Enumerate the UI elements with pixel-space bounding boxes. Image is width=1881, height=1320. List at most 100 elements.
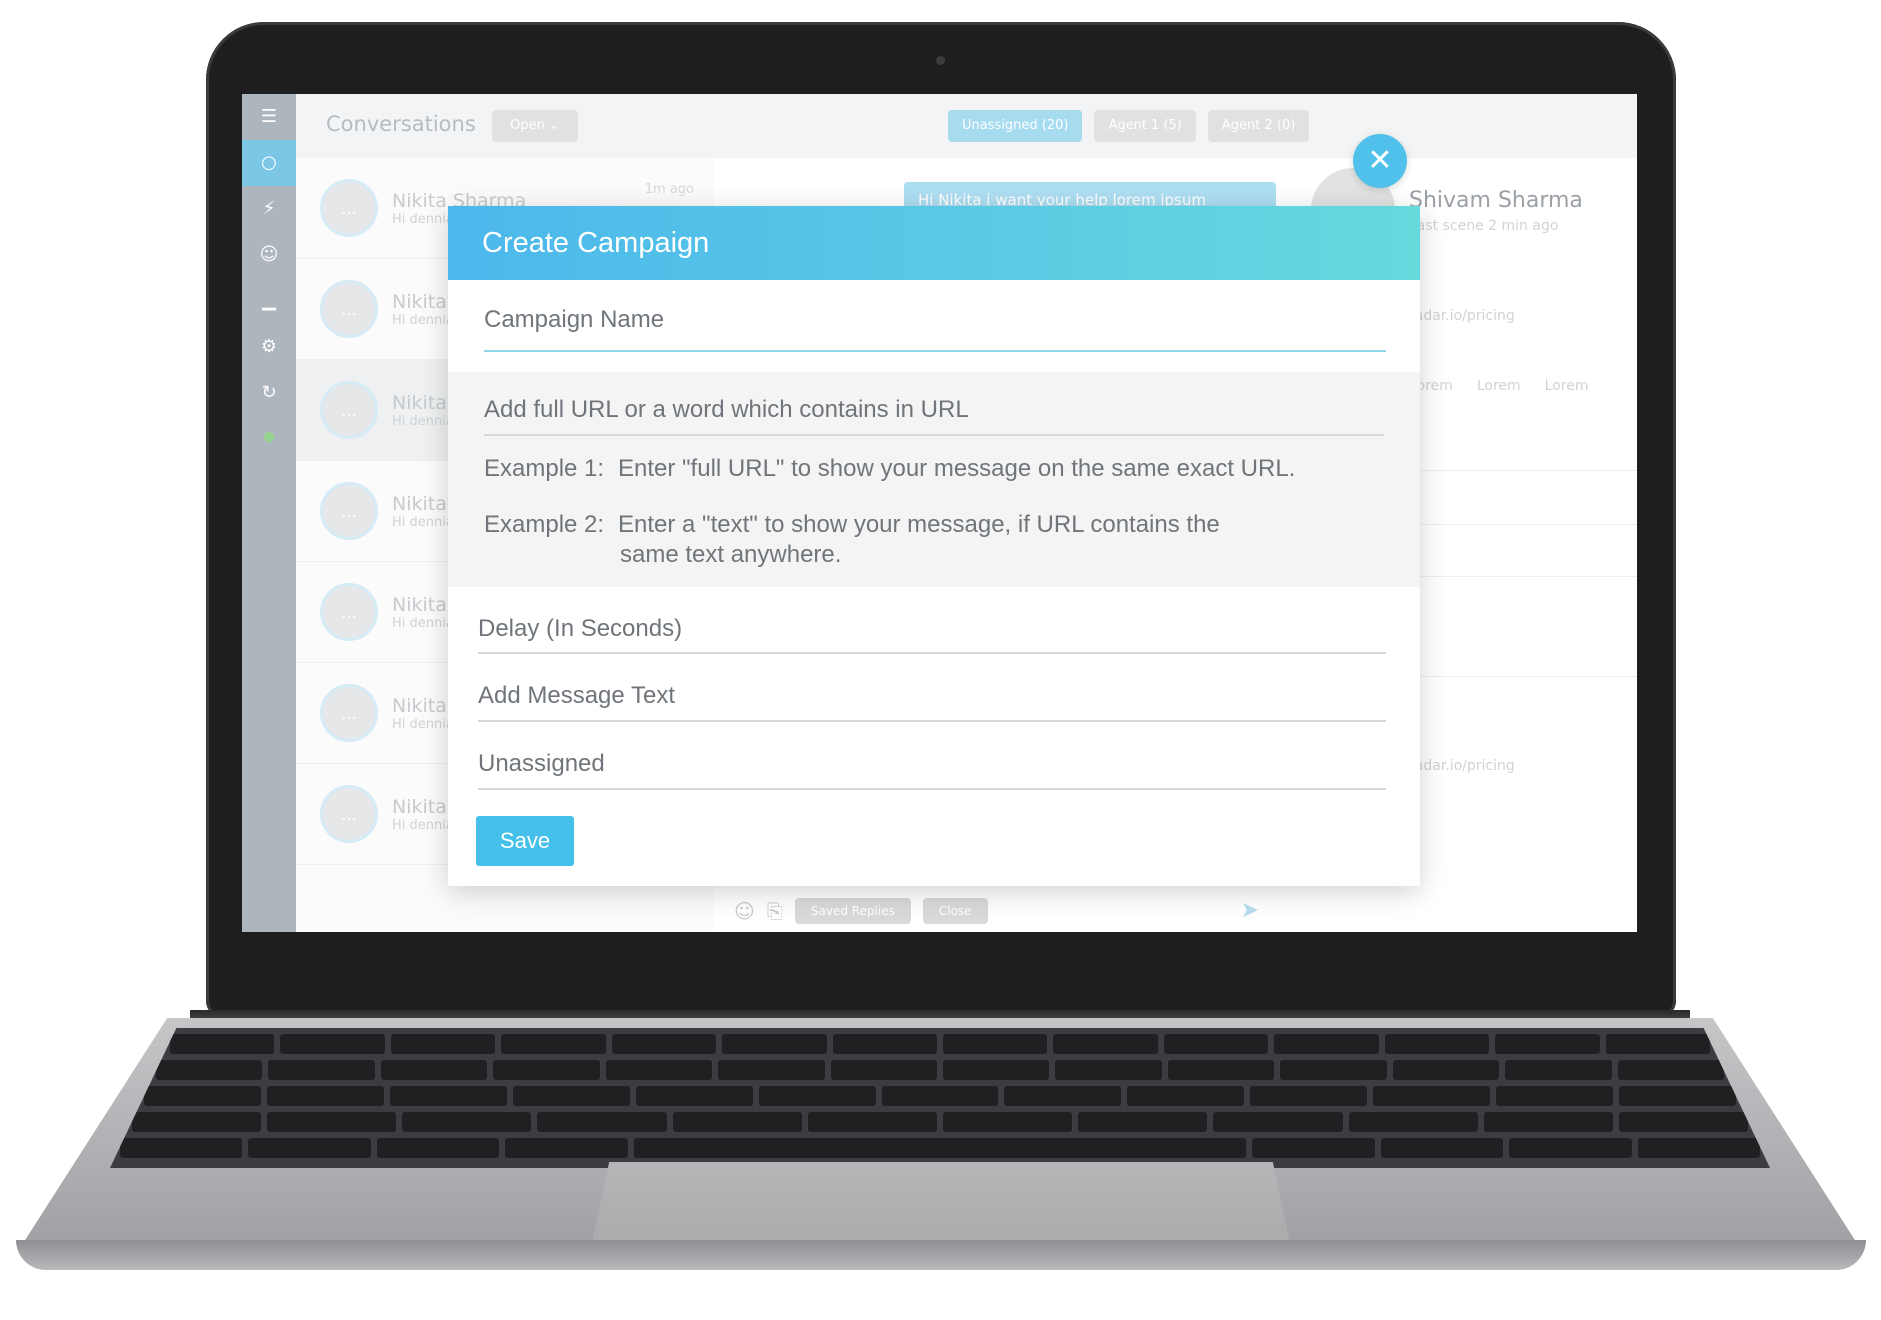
key (605, 1060, 713, 1080)
emoji-icon[interactable]: ☺ (734, 899, 755, 923)
key (1348, 1112, 1478, 1132)
chat-icon[interactable]: ○ (242, 140, 296, 186)
create-campaign-modal: Create Campaign Campaign Name Add full U… (448, 206, 1420, 886)
icon-rail: ☰ ○ ⚡ ☺ ▁ ⚙ ↻ (242, 94, 296, 932)
url-field[interactable]: Add full URL or a word which contains in… (484, 396, 1384, 436)
rss-icon[interactable]: ☰ (242, 94, 296, 140)
profile-url[interactable]: radar.io/pricing (1409, 308, 1515, 324)
key (1280, 1060, 1387, 1080)
filter-agent-2[interactable]: Agent 2 (0) (1207, 110, 1310, 142)
key (248, 1138, 371, 1158)
example-2-key: Example 2: (484, 511, 605, 538)
close-icon[interactable]: ✕ (1353, 134, 1407, 188)
key (1373, 1086, 1491, 1106)
key (807, 1112, 937, 1132)
conversation-time: 1m ago (644, 182, 694, 197)
key (943, 1034, 1048, 1054)
example-2-text: Enter a "text" to show your message, if … (618, 511, 1220, 538)
key (1483, 1112, 1613, 1132)
key (1509, 1138, 1632, 1158)
key (722, 1034, 827, 1054)
example-1-key: Example 1: (484, 455, 605, 482)
key (943, 1060, 1050, 1080)
tag: Lorem (1476, 378, 1521, 394)
key (830, 1060, 937, 1080)
avatar: … (320, 785, 378, 843)
key-row (110, 1086, 1770, 1106)
example-1-text: Enter "full URL" to show your message on… (618, 455, 1296, 482)
key (1078, 1112, 1208, 1132)
status-filter-dropdown[interactable]: Open ⌄ (492, 110, 578, 142)
key (1392, 1060, 1500, 1080)
key (1496, 1086, 1614, 1106)
top-bar: Conversations Open ⌄ Unassigned (20) Age… (296, 94, 1637, 158)
key (505, 1138, 628, 1158)
key (402, 1112, 532, 1132)
example-2: Example 2: Enter a "text" to show your me… (484, 510, 1384, 570)
send-icon[interactable]: ➤ (1241, 898, 1259, 923)
message-text-field[interactable]: Add Message Text (478, 654, 1386, 722)
key (881, 1086, 999, 1106)
key (611, 1034, 717, 1054)
key-row (110, 1060, 1770, 1080)
profile-url[interactable]: radar.io/pricing (1409, 758, 1515, 774)
composer: ☺ ⎘ Saved Replies Close ➤ (714, 890, 1289, 932)
page-title: Conversations (326, 112, 476, 136)
laptop-mockup: ☰ ○ ⚡ ☺ ▁ ⚙ ↻ Conversations Open ⌄ Unass… (0, 0, 1881, 1320)
gear-icon[interactable]: ⚙ (242, 324, 296, 370)
assignee-select[interactable]: Unassigned (478, 722, 1386, 790)
key (672, 1112, 802, 1132)
saved-replies-button[interactable]: Saved Replies (794, 898, 911, 924)
divider (1409, 470, 1637, 471)
key (537, 1112, 667, 1132)
key (1055, 1060, 1162, 1080)
key-row (110, 1138, 1770, 1158)
key (144, 1086, 261, 1106)
modal-title: Create Campaign (482, 227, 710, 259)
filter-unassigned[interactable]: Unassigned (20) (948, 110, 1083, 142)
key (512, 1086, 630, 1106)
key (390, 1034, 496, 1054)
key (156, 1060, 263, 1080)
key (119, 1138, 243, 1158)
key (389, 1086, 507, 1106)
tag: Lorem (1544, 378, 1589, 394)
key (1213, 1112, 1343, 1132)
key (1163, 1034, 1269, 1054)
user-icon[interactable]: ☺ (242, 232, 296, 278)
key (1004, 1086, 1122, 1106)
key (1127, 1086, 1245, 1106)
key (376, 1138, 500, 1158)
profile-last-seen: Last scene 2 min ago (1409, 218, 1559, 234)
key (1637, 1138, 1761, 1158)
status-filter-label: Open (510, 118, 545, 133)
key (1053, 1034, 1158, 1054)
avatar: … (320, 482, 378, 540)
key (170, 1034, 275, 1054)
key (718, 1060, 825, 1080)
close-conversation-button[interactable]: Close (922, 898, 988, 924)
key (633, 1138, 1247, 1158)
key (267, 1112, 397, 1132)
key (1619, 1086, 1736, 1106)
key (1384, 1034, 1490, 1054)
attachment-icon[interactable]: ⎘ (767, 899, 783, 923)
delay-field[interactable]: Delay (In Seconds) (478, 587, 1386, 654)
avatar: … (320, 280, 378, 338)
bolt-icon[interactable]: ⚡ (242, 186, 296, 232)
campaign-name-field[interactable]: Campaign Name (484, 280, 1386, 352)
example-1: Example 1: Enter "full URL" to show your … (484, 454, 1384, 484)
key (943, 1112, 1073, 1132)
url-section: Add full URL or a word which contains in… (448, 372, 1420, 587)
profile-name: Shivam Sharma (1409, 188, 1583, 213)
chart-icon[interactable]: ▁ (242, 278, 296, 324)
laptop-base-edge (16, 1240, 1866, 1270)
key (501, 1034, 606, 1054)
online-status-icon (264, 432, 274, 442)
logout-icon[interactable]: ↻ (242, 370, 296, 416)
save-button[interactable]: Save (476, 816, 574, 866)
avatar: … (320, 583, 378, 641)
key (131, 1112, 262, 1132)
avatar: … (320, 381, 378, 439)
filter-agent-1[interactable]: Agent 1 (5) (1094, 110, 1196, 142)
